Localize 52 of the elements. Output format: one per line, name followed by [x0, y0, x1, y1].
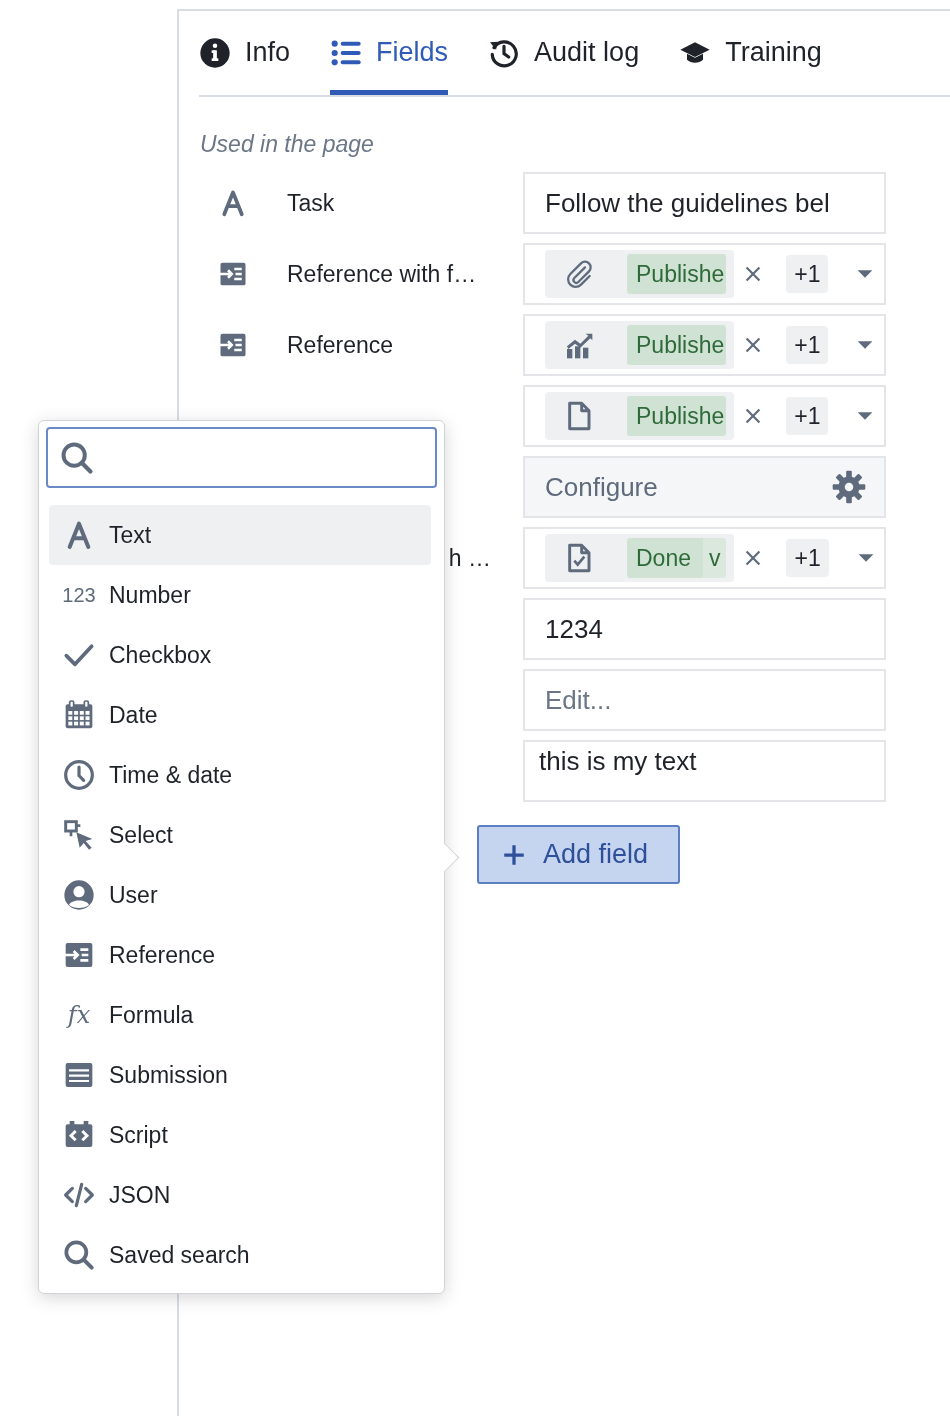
- search-field[interactable]: [46, 427, 437, 488]
- field-label: Reference with f…: [287, 260, 477, 287]
- status-tag: Publishe: [627, 396, 727, 436]
- menu-item[interactable]: JSON: [49, 1165, 431, 1225]
- menu-item[interactable]: Time & date: [49, 745, 431, 805]
- menu-item[interactable]: fx Formula: [49, 985, 431, 1045]
- status-tag: Publishe: [627, 325, 727, 365]
- search-icon: [63, 1239, 95, 1271]
- user-icon: [63, 879, 95, 911]
- search-icon: [60, 440, 94, 475]
- section-title: Used in the page: [200, 131, 375, 158]
- tab[interactable]: Fields: [330, 15, 449, 95]
- count-badge: +1: [786, 397, 829, 435]
- status-tag: Done: [627, 538, 703, 578]
- menu-item[interactable]: Date: [49, 685, 431, 745]
- count-badge: +1: [786, 255, 829, 293]
- tag-suffix: v: [703, 538, 727, 578]
- reference-select[interactable]: Done v +1: [523, 527, 886, 589]
- settings-icon: [832, 470, 866, 504]
- reference-select[interactable]: Publishe +1: [523, 314, 886, 376]
- reference-select[interactable]: Publishe +1: [523, 243, 886, 305]
- add-field-button[interactable]: Add field: [477, 825, 680, 884]
- menu-item[interactable]: Reference: [49, 925, 431, 985]
- menu-item[interactable]: Select: [49, 805, 431, 865]
- info-icon: [199, 36, 231, 69]
- menu-item[interactable]: 123 Number: [49, 565, 431, 625]
- menu-item[interactable]: Submission: [49, 1045, 431, 1105]
- menu-item[interactable]: Script: [49, 1105, 431, 1165]
- tab[interactable]: Audit log: [488, 15, 640, 95]
- text-field[interactable]: 1234: [523, 598, 886, 660]
- field-label: Reference: [287, 331, 394, 358]
- menu-item[interactable]: Checkbox: [49, 625, 431, 685]
- text-area[interactable]: this is my text: [523, 740, 886, 802]
- tab[interactable]: Info: [199, 15, 291, 95]
- text-field[interactable]: Edit...: [523, 669, 886, 731]
- count-badge: +1: [786, 539, 829, 577]
- count-badge: +1: [786, 326, 829, 364]
- status-tag: Publishe: [627, 254, 727, 294]
- field-label: Task: [287, 189, 335, 216]
- tab[interactable]: Training: [679, 15, 822, 95]
- reference-select[interactable]: Publishe +1: [523, 385, 886, 447]
- text-field[interactable]: Follow the guidelines bel: [523, 172, 886, 234]
- menu-item[interactable]: User: [49, 865, 431, 925]
- clock-icon: [63, 759, 95, 791]
- type-icon: fx: [63, 1001, 95, 1029]
- type-icon: 123: [63, 583, 95, 607]
- cursor-select-icon: [63, 819, 95, 851]
- configure-button[interactable]: Configure: [523, 456, 886, 518]
- menu-item[interactable]: Text: [49, 505, 431, 565]
- menu-item[interactable]: Saved search: [49, 1225, 431, 1285]
- field-label: h …: [448, 544, 491, 571]
- calendar-icon: [63, 699, 95, 731]
